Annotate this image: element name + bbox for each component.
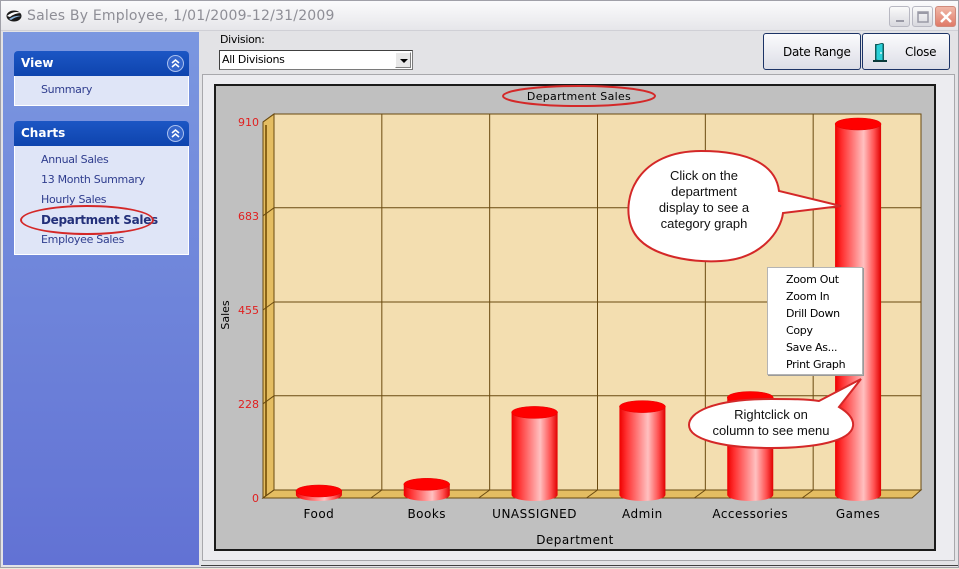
sidebar-item-hourly-sales[interactable]: Hourly Sales — [15, 190, 188, 210]
close-button[interactable]: Close — [862, 33, 950, 70]
bar-top — [403, 478, 450, 491]
maximize-button[interactable] — [912, 6, 933, 27]
chevron-double-up-icon — [171, 58, 180, 68]
close-window-button[interactable] — [935, 6, 956, 27]
bar-unassigned[interactable] — [511, 406, 558, 502]
division-value: All Divisions — [222, 53, 285, 66]
x-tick-label: Food — [304, 507, 335, 521]
sidebar-item-department-sales[interactable]: Department Sales — [15, 210, 188, 230]
date-range-button[interactable]: Date Range — [763, 33, 861, 70]
minimize-button[interactable] — [889, 6, 910, 27]
menu-item-copy[interactable]: Copy — [768, 322, 862, 339]
y-tick-label: 910 — [238, 116, 259, 129]
view-panel-body: Summary — [14, 76, 189, 106]
y-tick-label: 683 — [238, 210, 259, 223]
sidebar-item-employee-sales[interactable]: Employee Sales — [15, 230, 188, 250]
close-label: Close — [905, 45, 937, 59]
bar-top — [511, 406, 558, 419]
collapse-charts-button[interactable] — [167, 125, 184, 142]
x-tick-label: Admin — [622, 507, 663, 521]
sidebar-item-13-month-summary[interactable]: 13 Month Summary — [15, 170, 188, 190]
division-label: Division: — [220, 33, 265, 46]
bar-books[interactable] — [403, 478, 450, 502]
menu-item-save-as[interactable]: Save As... — [768, 339, 862, 356]
chevron-down-icon[interactable] — [395, 52, 411, 68]
bar-admin[interactable] — [619, 400, 666, 502]
division-select[interactable]: All Divisions — [219, 50, 413, 70]
y-tick-label: 0 — [252, 492, 259, 505]
view-panel-title: View — [21, 56, 54, 70]
y-tick-label: 455 — [238, 304, 259, 317]
callout-rightclick-text: Rightclick on column to see menu — [712, 407, 830, 438]
close-icon — [940, 11, 952, 23]
x-tick-label: Accessories — [712, 507, 788, 521]
title-bar[interactable]: Sales By Employee, 1/01/2009-12/31/2009 — [1, 1, 958, 31]
bar-top — [727, 391, 774, 404]
sidebar: View Summary Charts Annual Sales 13 Mont… — [3, 32, 199, 565]
menu-item-drill-down[interactable]: Drill Down — [768, 305, 862, 322]
x-tick-label: Books — [407, 507, 446, 521]
x-tick-label: UNASSIGNED — [492, 507, 577, 521]
bar-top — [619, 400, 666, 413]
menu-item-zoom-in[interactable]: Zoom In — [768, 288, 862, 305]
x-tick-label: Games — [836, 507, 880, 521]
callout-click-text: Click on the department display to see a ca… — [658, 168, 750, 231]
y-tick-label: 228 — [238, 398, 259, 411]
maximize-icon — [917, 11, 929, 23]
chart-title: Department Sales — [527, 90, 631, 103]
y-axis-label: Sales — [219, 300, 232, 330]
window-title: Sales By Employee, 1/01/2009-12/31/2009 — [27, 8, 335, 24]
view-panel-header[interactable]: View — [14, 51, 189, 76]
bottom-divider — [201, 565, 958, 566]
menu-item-print-graph[interactable]: Print Graph — [768, 356, 862, 373]
chevron-double-up-icon — [171, 128, 180, 138]
bar-food[interactable] — [295, 484, 343, 501]
context-menu: Zoom Out Zoom In Drill Down Copy Save As… — [767, 267, 863, 375]
x-axis-label: Department — [536, 533, 614, 547]
sidebar-item-summary[interactable]: Summary — [15, 80, 188, 100]
charts-panel: Charts Annual Sales 13 Month Summary Hou… — [14, 121, 189, 255]
view-panel: View Summary — [14, 51, 189, 106]
bar-top — [834, 117, 882, 131]
bar-body — [511, 412, 558, 502]
bar-body — [619, 406, 666, 502]
app-window: Sales By Employee, 1/01/2009-12/31/2009 … — [0, 0, 959, 568]
charts-panel-title: Charts — [21, 126, 66, 140]
minimize-icon — [896, 20, 904, 22]
menu-item-zoom-out[interactable]: Zoom Out — [768, 271, 862, 288]
charts-panel-body: Annual Sales 13 Month Summary Hourly Sal… — [14, 146, 189, 255]
bar-top — [295, 484, 343, 498]
app-logo-icon — [6, 10, 22, 22]
date-range-label: Date Range — [783, 45, 851, 59]
charts-panel-header[interactable]: Charts — [14, 121, 189, 146]
collapse-view-button[interactable] — [167, 55, 184, 72]
sidebar-item-annual-sales[interactable]: Annual Sales — [15, 150, 188, 170]
door-exit-icon — [873, 43, 887, 62]
